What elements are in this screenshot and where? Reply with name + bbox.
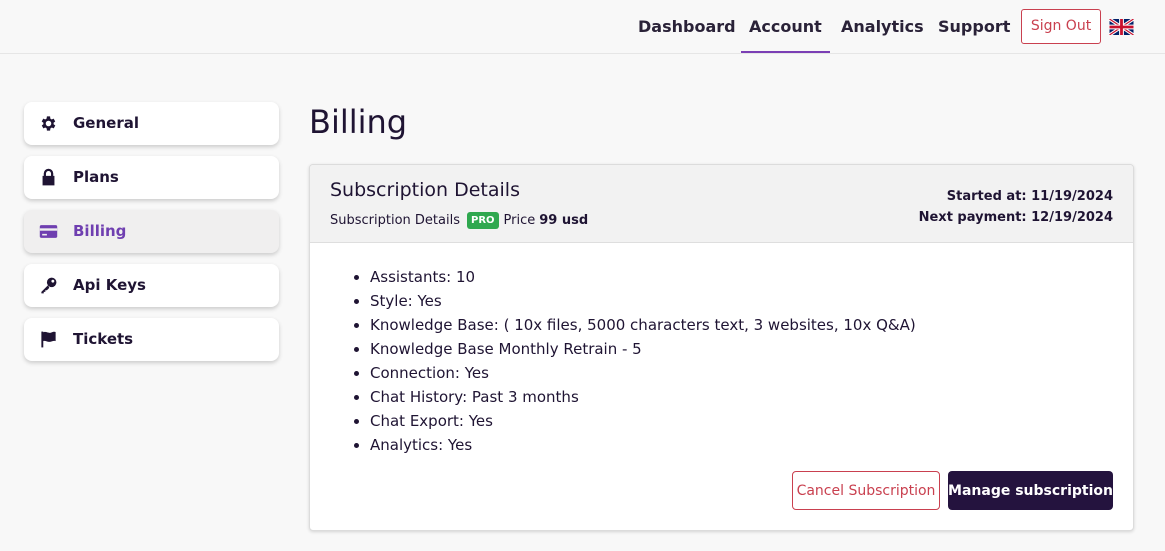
gear-icon: [41, 116, 56, 131]
list-item: Connection: Yes: [370, 361, 916, 385]
list-item: Knowledge Base Monthly Retrain - 5: [370, 337, 916, 361]
price-value: 99 usd: [539, 213, 589, 228]
subscription-summary: Subscription Details PRO Price 99 usd: [330, 212, 588, 229]
nav-account[interactable]: Account: [741, 0, 830, 53]
nav-support[interactable]: Support: [938, 0, 1010, 53]
list-item: Chat Export: Yes: [370, 409, 916, 433]
uk-flag-icon[interactable]: [1109, 19, 1134, 35]
subscription-dates: Started at: 11/19/2024 Next payment: 12/…: [919, 186, 1113, 228]
subscription-card-header: Subscription Details Subscription Detail…: [310, 165, 1133, 243]
credit-card-icon: [39, 225, 58, 238]
key-icon: [41, 277, 57, 294]
list-item: Assistants: 10: [370, 265, 916, 289]
subscription-card: Subscription Details Subscription Detail…: [309, 164, 1134, 531]
nav-dashboard[interactable]: Dashboard: [638, 0, 736, 53]
list-item: Knowledge Base: ( 10x files, 5000 charac…: [370, 313, 916, 337]
sidebar-item-label: General: [73, 114, 139, 132]
top-navbar: Dashboard Account Analytics Support Sign…: [0, 0, 1165, 54]
feature-list: Assistants: 10 Style: Yes Knowledge Base…: [370, 265, 916, 457]
price-label: Price: [503, 213, 536, 228]
list-item: Style: Yes: [370, 289, 916, 313]
sidebar-item-general[interactable]: General: [24, 102, 279, 145]
list-item: Analytics: Yes: [370, 433, 916, 457]
started-at: Started at: 11/19/2024: [946, 189, 1113, 204]
sidebar-item-billing[interactable]: Billing: [24, 210, 279, 253]
sidebar-item-label: Api Keys: [73, 276, 146, 294]
sign-out-button[interactable]: Sign Out: [1021, 9, 1101, 44]
sidebar-item-label: Plans: [73, 168, 119, 186]
sidebar-item-label: Tickets: [73, 330, 134, 348]
sidebar-item-plans[interactable]: Plans: [24, 156, 279, 199]
manage-subscription-button[interactable]: Manage subscription: [948, 471, 1113, 510]
sidebar-item-label: Billing: [73, 222, 127, 240]
sidebar-item-api-keys[interactable]: Api Keys: [24, 264, 279, 307]
next-payment: Next payment: 12/19/2024: [918, 210, 1113, 225]
plan-badge: PRO: [466, 212, 499, 229]
lock-icon: [42, 168, 55, 186]
page-title: Billing: [309, 103, 408, 141]
nav-analytics[interactable]: Analytics: [841, 0, 924, 53]
sidebar-item-tickets[interactable]: Tickets: [24, 318, 279, 361]
subscription-sub-label: Subscription Details: [330, 213, 460, 228]
list-item: Chat History: Past 3 months: [370, 385, 916, 409]
subscription-title: Subscription Details: [330, 179, 520, 201]
flag-icon: [41, 331, 56, 348]
cancel-subscription-button[interactable]: Cancel Subscription: [792, 471, 940, 510]
